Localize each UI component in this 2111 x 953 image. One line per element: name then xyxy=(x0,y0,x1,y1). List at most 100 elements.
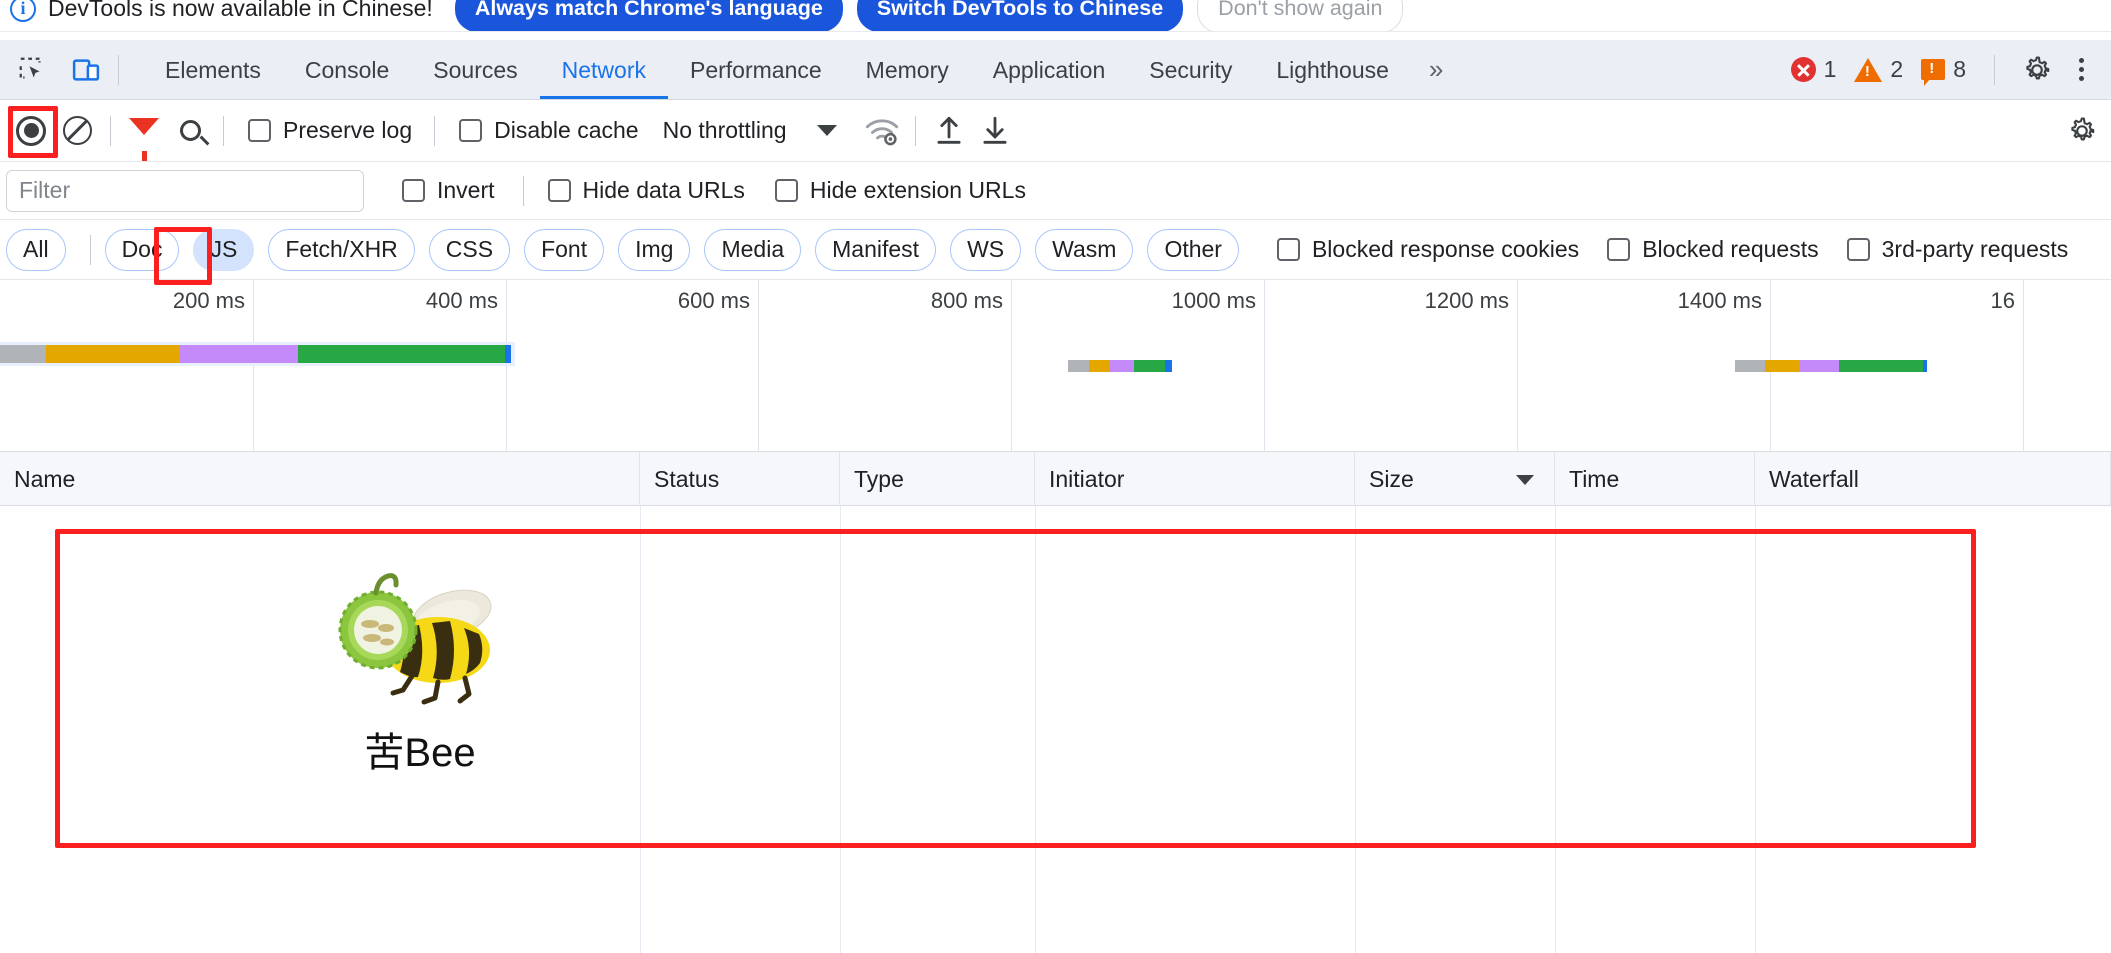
devtools-tab-strip: Elements Console Sources Network Perform… xyxy=(0,40,2111,100)
third-party-requests-box[interactable] xyxy=(1846,238,1870,261)
blocked-response-cookies-box[interactable] xyxy=(1276,238,1300,261)
chevron-down-icon[interactable] xyxy=(816,125,837,136)
invert-checkbox[interactable]: Invert xyxy=(402,177,495,204)
invert-box[interactable] xyxy=(402,179,425,202)
record-button-icon[interactable] xyxy=(8,108,54,154)
column-guide xyxy=(1035,506,1036,953)
tab-sources[interactable]: Sources xyxy=(411,41,539,99)
column-header-initiator[interactable]: Initiator xyxy=(1035,451,1355,506)
timeline-bar-segment xyxy=(1798,360,1839,372)
infobar-message: DevTools is now available in Chinese! xyxy=(48,0,433,21)
chip-js[interactable]: JS xyxy=(193,228,255,271)
chip-ws[interactable]: WS xyxy=(950,228,1022,271)
tab-console[interactable]: Console xyxy=(283,41,411,99)
tab-elements[interactable]: Elements xyxy=(143,41,283,99)
warning-count: 2 xyxy=(1890,56,1904,82)
column-header-label: Type xyxy=(854,465,904,492)
column-header-status[interactable]: Status xyxy=(640,451,840,506)
preserve-log-box[interactable] xyxy=(248,119,271,142)
inspect-element-icon[interactable] xyxy=(10,48,54,92)
chip-manifest[interactable]: Manifest xyxy=(815,228,937,271)
device-toolbar-icon[interactable] xyxy=(64,48,108,92)
column-header-name[interactable]: Name xyxy=(0,451,640,506)
blocked-requests-box[interactable] xyxy=(1607,238,1631,261)
chip-wasm[interactable]: Wasm xyxy=(1035,228,1134,271)
dont-show-again-button[interactable]: Don't show again xyxy=(1197,0,1404,31)
chip-other[interactable]: Other xyxy=(1147,228,1239,271)
timeline-gridline xyxy=(1264,280,1265,451)
more-tabs-icon[interactable]: » xyxy=(1411,54,1459,85)
network-filter-row: Invert Hide data URLs Hide extension URL… xyxy=(0,162,2111,220)
timeline-bar-segment xyxy=(1735,360,1765,372)
chip-media[interactable]: Media xyxy=(704,228,802,271)
blocked-requests-checkbox[interactable]: Blocked requests xyxy=(1607,236,1819,263)
network-overview-timeline[interactable]: 200 ms 400 ms 600 ms 800 ms 1000 ms 1200 ms 14… xyxy=(0,280,2111,452)
toolbar-divider-2 xyxy=(223,115,224,146)
hide-extension-urls-checkbox[interactable]: Hide extension URLs xyxy=(774,177,1026,204)
toolbar-divider xyxy=(118,54,119,85)
network-settings-gear-icon[interactable] xyxy=(2059,108,2105,154)
language-infobar: i DevTools is now available in Chinese! … xyxy=(0,0,2111,32)
column-header-waterfall[interactable]: Waterfall xyxy=(1755,451,2111,506)
chip-css[interactable]: CSS xyxy=(428,228,511,271)
error-count: 1 xyxy=(1823,56,1837,82)
toolbar-divider-4 xyxy=(914,115,916,146)
always-match-language-button[interactable]: Always match Chrome's language xyxy=(454,0,843,31)
chip-doc[interactable]: Doc xyxy=(104,228,180,271)
tab-security[interactable]: Security xyxy=(1127,41,1254,99)
gear-icon[interactable] xyxy=(2015,48,2059,92)
chip-all[interactable]: All xyxy=(6,228,66,271)
tab-network[interactable]: Network xyxy=(539,41,668,99)
bee-mascot-icon xyxy=(320,566,520,716)
export-har-icon[interactable] xyxy=(972,108,1018,154)
disable-cache-box[interactable] xyxy=(459,119,483,142)
timeline-bar-segment xyxy=(179,345,298,363)
hide-extension-urls-box[interactable] xyxy=(774,179,798,202)
requests-table-body[interactable]: 苦Bee xyxy=(0,506,2111,953)
chip-font[interactable]: Font xyxy=(524,228,605,271)
error-counter[interactable]: 1 xyxy=(1790,56,1851,83)
wifi-settings-icon[interactable] xyxy=(859,108,905,154)
timeline-tick-label: 16 xyxy=(1990,288,2015,313)
column-guide xyxy=(1755,506,1756,953)
third-party-requests-checkbox[interactable]: 3rd-party requests xyxy=(1846,236,2069,263)
hide-data-urls-box[interactable] xyxy=(547,179,571,202)
tab-memory[interactable]: Memory xyxy=(844,41,971,99)
tab-lighthouse[interactable]: Lighthouse xyxy=(1254,41,1411,99)
timeline-tick-label: 1400 ms xyxy=(1677,288,1762,313)
issue-counter[interactable]: 8 xyxy=(1921,56,1980,86)
import-har-icon[interactable] xyxy=(926,108,972,154)
column-header-label: Waterfall xyxy=(1769,465,1859,492)
chip-img[interactable]: Img xyxy=(618,228,691,271)
preserve-log-checkbox[interactable]: Preserve log xyxy=(248,117,412,144)
chip-fetch-xhr[interactable]: Fetch/XHR xyxy=(268,228,415,271)
disable-cache-checkbox[interactable]: Disable cache xyxy=(459,117,639,144)
tab-application[interactable]: Application xyxy=(971,41,1128,99)
hide-extension-urls-label: Hide extension URLs xyxy=(809,177,1026,203)
error-icon xyxy=(1790,57,1816,82)
hide-data-urls-checkbox[interactable]: Hide data URLs xyxy=(547,177,745,204)
third-party-requests-label: 3rd-party requests xyxy=(1881,236,2069,262)
disable-cache-label: Disable cache xyxy=(494,117,639,143)
kebab-menu-icon[interactable] xyxy=(2059,48,2103,92)
throttling-select[interactable]: No throttling xyxy=(663,117,787,144)
issue-icon xyxy=(1921,59,1946,86)
timeline-tick-label: 600 ms xyxy=(677,288,750,313)
tab-performance[interactable]: Performance xyxy=(668,41,844,99)
search-input[interactable] xyxy=(6,169,364,212)
clear-network-log-icon[interactable] xyxy=(54,108,100,154)
warning-counter[interactable]: 2 xyxy=(1854,56,1917,83)
column-header-label: Initiator xyxy=(1049,465,1125,492)
column-header-time[interactable]: Time xyxy=(1555,451,1755,506)
timeline-bar-segment xyxy=(1089,360,1111,372)
timeline-bar-segment xyxy=(0,345,47,363)
timeline-bar-segment xyxy=(1068,360,1090,372)
switch-to-chinese-button[interactable]: Switch DevTools to Chinese xyxy=(856,0,1184,31)
hide-data-urls-label: Hide data URLs xyxy=(582,177,745,203)
timeline-bar-segment xyxy=(297,345,505,363)
column-header-size[interactable]: Size xyxy=(1355,451,1555,506)
blocked-response-cookies-checkbox[interactable]: Blocked response cookies xyxy=(1276,236,1579,263)
filter-funnel-icon[interactable] xyxy=(121,108,167,161)
column-header-type[interactable]: Type xyxy=(840,451,1035,506)
search-magnifier-icon[interactable] xyxy=(167,108,213,154)
